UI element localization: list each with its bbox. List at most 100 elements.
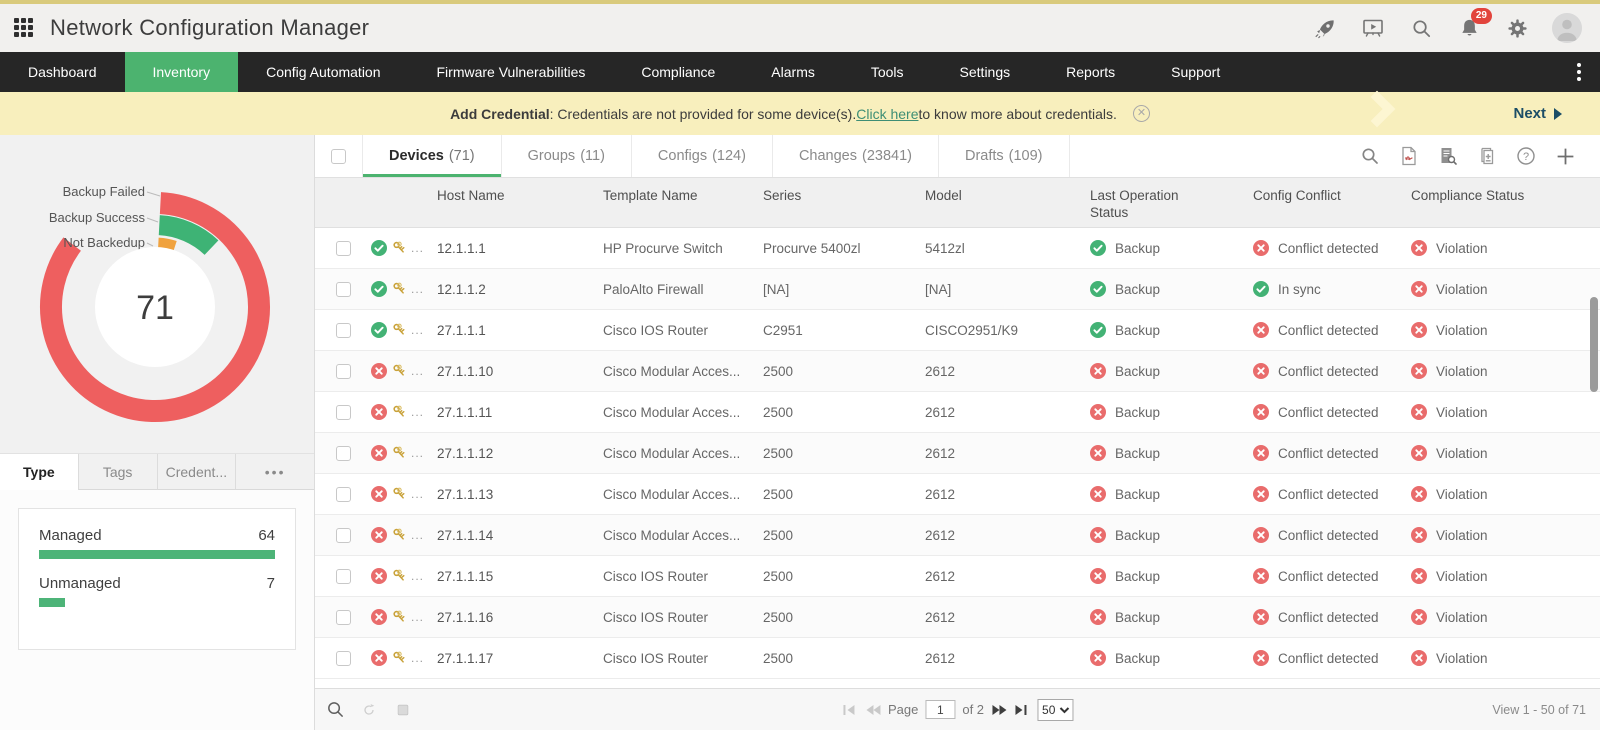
page-input[interactable] <box>925 700 955 719</box>
demo-presentation-icon[interactable] <box>1360 15 1386 41</box>
last-page-button[interactable] <box>1014 703 1030 717</box>
table-row[interactable]: ... 27.1.1.11 Cisco Modular Acces... 250… <box>315 392 1600 433</box>
tab-drafts[interactable]: Drafts(109) <box>938 135 1070 177</box>
more-indicator[interactable]: ... <box>411 490 424 498</box>
stat-row-managed[interactable]: Managed64 <box>39 527 275 559</box>
host-name-link[interactable]: 27.1.1.11 <box>437 405 603 420</box>
credential-key-icon[interactable] <box>391 322 407 338</box>
nav-firmware-vulnerabilities[interactable]: Firmware Vulnerabilities <box>409 52 614 92</box>
sidebar-tab--[interactable]: ••• <box>236 454 314 490</box>
getting-started-rocket-icon[interactable] <box>1312 15 1338 41</box>
tab-groups[interactable]: Groups(11) <box>501 135 631 177</box>
row-checkbox[interactable] <box>336 323 351 338</box>
host-name-link[interactable]: 27.1.1.10 <box>437 364 603 379</box>
nav-reports[interactable]: Reports <box>1038 52 1143 92</box>
more-indicator[interactable]: ... <box>411 531 424 539</box>
next-button[interactable]: Next <box>1513 92 1562 135</box>
tab-configs[interactable]: Configs(124) <box>631 135 772 177</box>
column-series[interactable]: Series <box>763 178 925 227</box>
more-indicator[interactable]: ... <box>411 367 424 375</box>
more-indicator[interactable]: ... <box>411 572 424 580</box>
nav-compliance[interactable]: Compliance <box>613 52 743 92</box>
notifications-bell-icon[interactable]: 29 <box>1456 15 1482 41</box>
column-last-operation-status[interactable]: Last Operation Status <box>1090 178 1253 227</box>
table-row[interactable]: ... 27.1.1.10 Cisco Modular Acces... 250… <box>315 351 1600 392</box>
row-checkbox[interactable] <box>336 282 351 297</box>
host-name-link[interactable]: 27.1.1.13 <box>437 487 603 502</box>
tab-devices[interactable]: Devices(71) <box>362 135 501 177</box>
column-compliance-status[interactable]: Compliance Status <box>1411 178 1600 227</box>
column-config-conflict[interactable]: Config Conflict <box>1253 178 1411 227</box>
credential-key-icon[interactable] <box>391 445 407 461</box>
row-checkbox[interactable] <box>336 487 351 502</box>
row-checkbox[interactable] <box>336 241 351 256</box>
table-row[interactable]: ... 12.1.1.2 PaloAlto Firewall [NA] [NA]… <box>315 269 1600 310</box>
page-size-select[interactable]: 50 <box>1037 699 1073 721</box>
host-name-link[interactable]: 27.1.1.17 <box>437 651 603 666</box>
nav-config-automation[interactable]: Config Automation <box>238 52 408 92</box>
host-name-link[interactable]: 12.1.1.1 <box>437 241 603 256</box>
table-row[interactable]: ... 27.1.1.14 Cisco Modular Acces... 250… <box>315 515 1600 556</box>
more-indicator[interactable]: ... <box>411 654 424 662</box>
stat-row-unmanaged[interactable]: Unmanaged7 <box>39 575 275 607</box>
donut-segment-not-backedup[interactable] <box>158 244 174 247</box>
row-checkbox[interactable] <box>336 446 351 461</box>
import-export-icon[interactable] <box>1476 145 1498 167</box>
host-name-link[interactable]: 27.1.1.16 <box>437 610 603 625</box>
credential-key-icon[interactable] <box>391 363 407 379</box>
previous-page-button[interactable] <box>865 703 881 717</box>
select-all-checkbox[interactable] <box>331 149 346 164</box>
credential-key-icon[interactable] <box>391 650 407 666</box>
banner-click-here-link[interactable]: Click here <box>856 106 918 122</box>
apps-grid-icon[interactable] <box>14 18 34 38</box>
help-icon[interactable]: ? <box>1515 145 1537 167</box>
config-search-icon[interactable] <box>1437 145 1459 167</box>
banner-close-icon[interactable]: ✕ <box>1133 105 1150 122</box>
settings-gear-icon[interactable] <box>1504 15 1530 41</box>
host-name-link[interactable]: 27.1.1.12 <box>437 446 603 461</box>
tab-changes[interactable]: Changes(23841) <box>772 135 938 177</box>
global-search-icon[interactable] <box>1408 15 1434 41</box>
column-chooser-icon[interactable] <box>393 700 413 720</box>
nav-inventory[interactable]: Inventory <box>125 52 239 92</box>
more-indicator[interactable]: ... <box>411 408 424 416</box>
host-name-link[interactable]: 12.1.1.2 <box>437 282 603 297</box>
credential-key-icon[interactable] <box>391 568 407 584</box>
first-page-button[interactable] <box>842 703 858 717</box>
table-row[interactable]: ... 27.1.1.1 Cisco IOS Router C2951 CISC… <box>315 310 1600 351</box>
table-row[interactable]: ... 27.1.1.15 Cisco IOS Router 2500 2612… <box>315 556 1600 597</box>
row-checkbox[interactable] <box>336 528 351 543</box>
row-checkbox[interactable] <box>336 405 351 420</box>
more-indicator[interactable]: ... <box>411 244 424 252</box>
column-host-name[interactable]: Host Name <box>437 178 603 227</box>
nav-support[interactable]: Support <box>1143 52 1248 92</box>
credential-key-icon[interactable] <box>391 404 407 420</box>
table-row[interactable]: ... 27.1.1.13 Cisco Modular Acces... 250… <box>315 474 1600 515</box>
nav-settings[interactable]: Settings <box>932 52 1039 92</box>
more-indicator[interactable]: ... <box>411 285 424 293</box>
credential-key-icon[interactable] <box>391 527 407 543</box>
column-template-name[interactable]: Template Name <box>603 178 763 227</box>
table-row[interactable]: ... 27.1.1.16 Cisco IOS Router 2500 2612… <box>315 597 1600 638</box>
next-page-button[interactable] <box>991 703 1007 717</box>
table-row[interactable]: ... 12.1.1.1 HP Procurve Switch Procurve… <box>315 228 1600 269</box>
add-device-icon[interactable] <box>1554 145 1576 167</box>
sidebar-tab-credent-[interactable]: Credent... <box>158 454 237 490</box>
sidebar-tab-tags[interactable]: Tags <box>79 454 158 490</box>
host-name-link[interactable]: 27.1.1.15 <box>437 569 603 584</box>
footer-search-icon[interactable] <box>325 700 345 720</box>
more-indicator[interactable]: ... <box>411 449 424 457</box>
credential-key-icon[interactable] <box>391 609 407 625</box>
user-avatar[interactable] <box>1552 13 1582 43</box>
credential-key-icon[interactable] <box>391 486 407 502</box>
refresh-icon[interactable] <box>359 700 379 720</box>
nav-dashboard[interactable]: Dashboard <box>0 52 125 92</box>
more-indicator[interactable]: ... <box>411 326 424 334</box>
host-name-link[interactable]: 27.1.1.1 <box>437 323 603 338</box>
host-name-link[interactable]: 27.1.1.14 <box>437 528 603 543</box>
row-checkbox[interactable] <box>336 569 351 584</box>
table-row[interactable]: ... 27.1.1.17 Cisco IOS Router 2500 2612… <box>315 638 1600 679</box>
credential-key-icon[interactable] <box>391 240 407 256</box>
row-checkbox[interactable] <box>336 651 351 666</box>
search-icon[interactable] <box>1359 145 1381 167</box>
